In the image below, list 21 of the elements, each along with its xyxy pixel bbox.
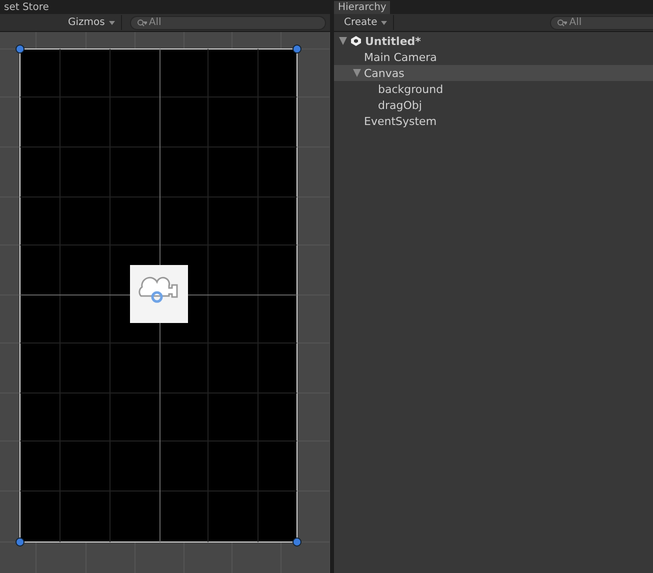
- search-box[interactable]: All: [130, 16, 326, 30]
- caret-icon: [381, 20, 388, 24]
- create-dropdown[interactable]: Create: [338, 15, 394, 30]
- tree-row[interactable]: Canvas: [334, 65, 653, 81]
- search-icon: [136, 18, 147, 26]
- tree-row[interactable]: background: [334, 81, 653, 97]
- tab-label[interactable]: set Store: [0, 1, 53, 14]
- tree-row[interactable]: Untitled*: [334, 33, 653, 49]
- search-field[interactable]: All: [148, 17, 319, 28]
- expanded-arrow-icon[interactable]: [352, 69, 362, 77]
- tree-row[interactable]: Main Camera: [334, 49, 653, 65]
- camera-gizmo-icon: [130, 265, 188, 323]
- search-field[interactable]: All: [569, 17, 653, 28]
- caret-icon: [108, 20, 115, 24]
- gizmos-dropdown[interactable]: Gizmos: [62, 15, 122, 30]
- expanded-arrow-icon[interactable]: [338, 37, 348, 45]
- search-box[interactable]: All: [550, 16, 653, 30]
- tree-row[interactable]: EventSystem: [334, 113, 653, 129]
- tree-row[interactable]: dragObj: [334, 97, 653, 113]
- tab-label[interactable]: Hierarchy: [334, 1, 390, 14]
- search-icon: [557, 18, 568, 26]
